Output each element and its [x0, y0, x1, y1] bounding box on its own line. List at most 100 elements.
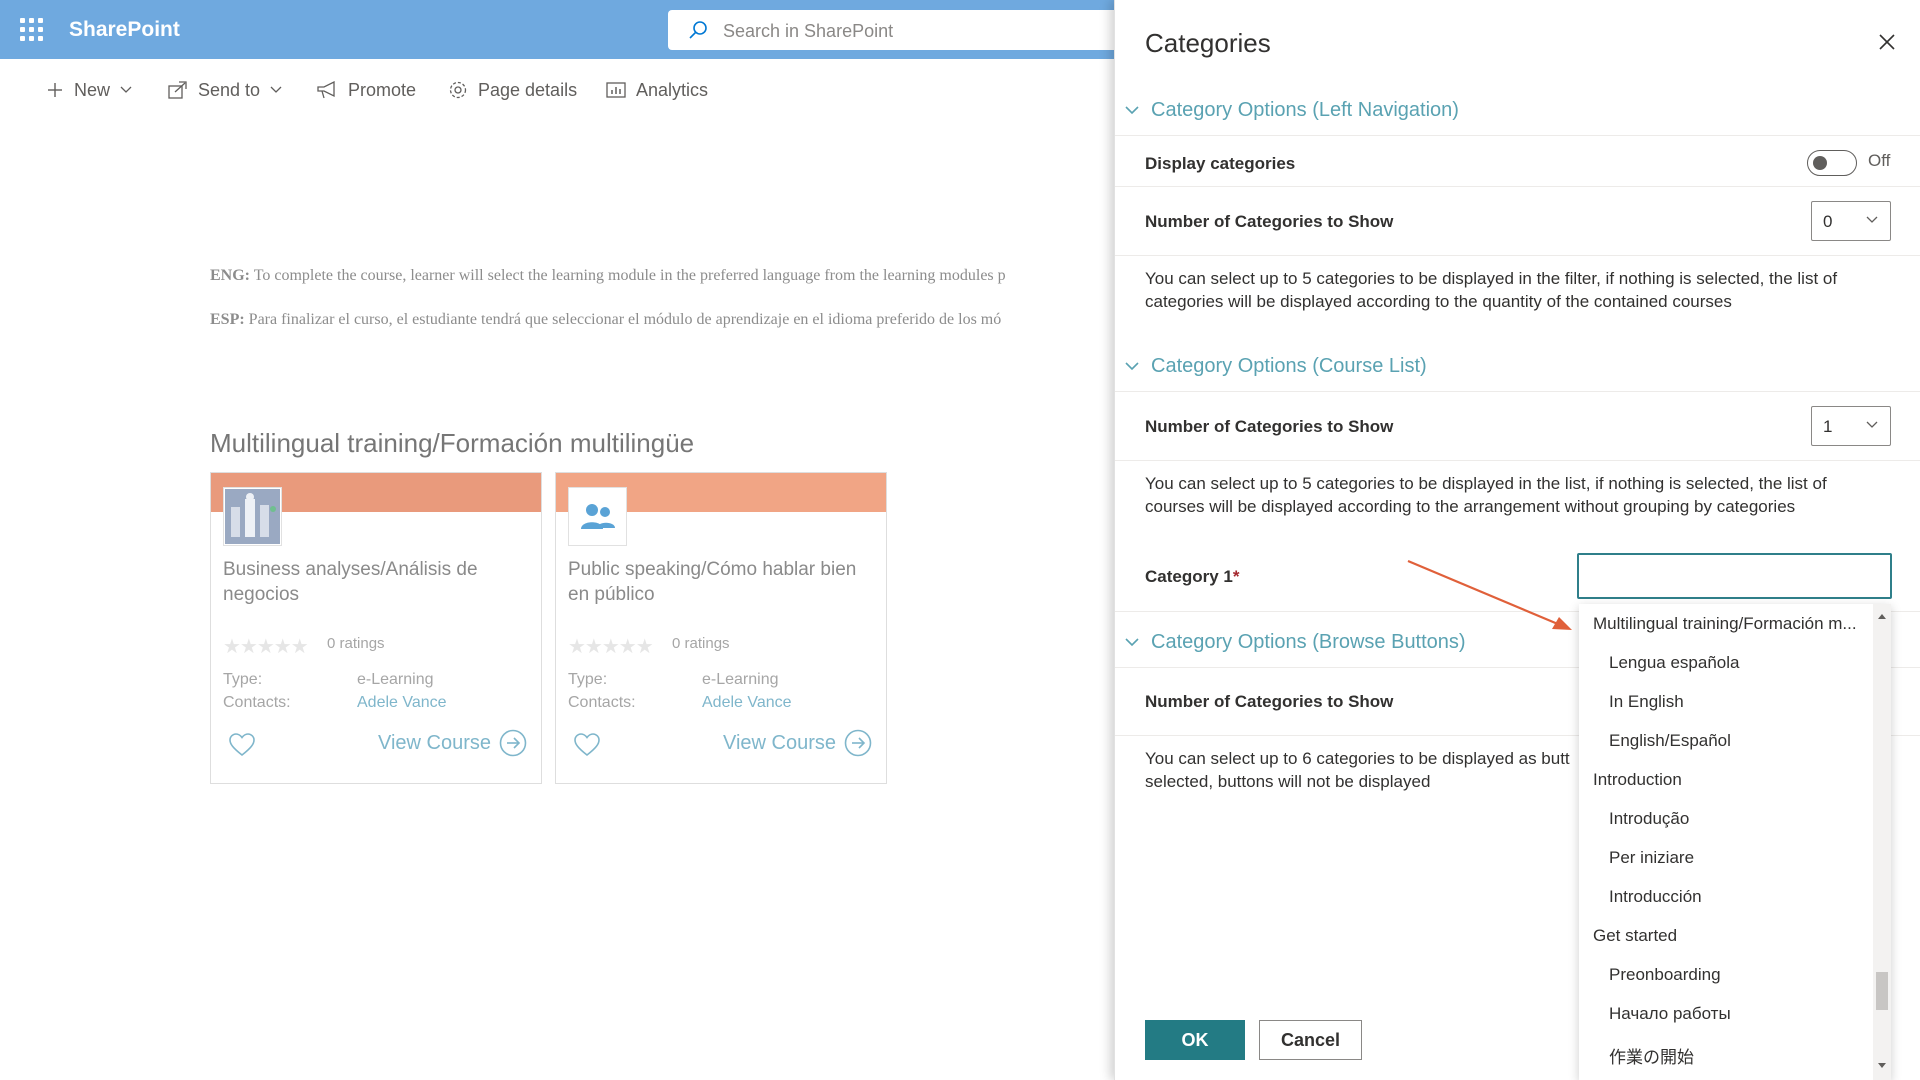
eng-label: ENG:: [210, 267, 250, 284]
esp-paragraph: ESP: Para finalizar el curso, el estudia…: [210, 311, 1001, 329]
dropdown-option[interactable]: Per iniziare: [1579, 838, 1869, 877]
scrollbar-thumb[interactable]: [1876, 972, 1888, 1010]
people-illustration-icon: [225, 489, 280, 544]
dropdown-option[interactable]: In English: [1579, 682, 1869, 721]
megaphone-icon: [317, 81, 335, 99]
number-of-categories-label: Number of Categories to Show: [1145, 212, 1394, 231]
close-icon[interactable]: [1877, 32, 1897, 52]
panel-title: Categories: [1145, 28, 1271, 58]
divider: [1115, 460, 1920, 461]
dropdown-option[interactable]: 作業の開始: [1579, 1033, 1869, 1072]
plus-icon: [48, 83, 62, 97]
new-button[interactable]: New: [46, 78, 132, 102]
rating-stars[interactable]: ★★★★★: [568, 634, 654, 659]
category-1-text: Category 1: [1145, 567, 1233, 586]
contact-link[interactable]: Adele Vance: [702, 694, 792, 712]
arrow-right-circle-icon: [844, 729, 872, 757]
dropdown-option[interactable]: Introducción: [1579, 877, 1869, 916]
dropdown-option[interactable]: Multilingual training/Formación m...: [1579, 604, 1869, 643]
category-1-combobox[interactable]: [1577, 553, 1892, 599]
view-course-label: View Course: [377, 731, 491, 754]
esp-text: Para finalizar el curso, el estudiante t…: [244, 311, 1002, 328]
toggle-state-text: Off: [1868, 151, 1891, 170]
favorite-heart-icon[interactable]: [229, 733, 255, 757]
course-card[interactable]: Public speaking/Cómo hablar bien en públ…: [555, 472, 887, 784]
required-marker: *: [1232, 567, 1240, 586]
favorite-heart-icon[interactable]: [574, 733, 600, 757]
view-course-link[interactable]: View Course: [378, 729, 527, 757]
page-details-label: Page details: [478, 79, 578, 100]
people-group-icon: [580, 503, 615, 529]
number-of-categories-dropdown[interactable]: 1: [1811, 406, 1891, 446]
type-value: e-Learning: [357, 671, 434, 688]
contacts-label: Contacts:: [568, 694, 636, 711]
page-details-button[interactable]: Page details: [448, 78, 577, 102]
chart-icon: [606, 82, 626, 98]
dropdown-option[interactable]: Preonboarding: [1579, 955, 1869, 994]
section-title: Multilingual training/Formación multilin…: [210, 428, 695, 458]
app-launcher-icon[interactable]: [18, 16, 43, 41]
chevron-down-icon: [1125, 105, 1139, 114]
group-header-label: Category Options (Course List): [1151, 354, 1427, 377]
course-title[interactable]: Public speaking/Cómo hablar bien en públ…: [568, 557, 868, 607]
ratings-count: 0 ratings: [672, 635, 730, 652]
cancel-button[interactable]: Cancel: [1259, 1020, 1362, 1060]
type-label: Type:: [568, 671, 608, 688]
group-header-course-list[interactable]: Category Options (Course List): [1125, 349, 1427, 383]
type-label: Type:: [223, 671, 263, 688]
group-header-left-navigation[interactable]: Category Options (Left Navigation): [1125, 93, 1459, 127]
scroll-up-icon[interactable]: [1878, 614, 1886, 619]
display-categories-toggle[interactable]: [1807, 150, 1857, 176]
eng-text: To complete the course, learner will sel…: [250, 267, 1006, 284]
toggle-knob: [1813, 156, 1827, 170]
divider: [1115, 186, 1920, 187]
course-title[interactable]: Business analyses/Análisis de negocios: [223, 557, 523, 607]
ok-button[interactable]: OK: [1145, 1020, 1245, 1060]
dropdown-option[interactable]: English/Español: [1579, 721, 1869, 760]
chevron-down-icon: [120, 86, 132, 93]
course-thumbnail: [223, 487, 282, 546]
send-to-button[interactable]: Send to: [168, 78, 282, 102]
send-to-label: Send to: [198, 79, 261, 100]
dropdown-value: 1: [1823, 417, 1833, 436]
categories-panel: Categories Category Options (Left Naviga…: [1114, 0, 1920, 1080]
rating-stars[interactable]: ★★★★★: [223, 634, 309, 659]
chevron-down-icon: [1125, 361, 1139, 370]
analytics-button[interactable]: Analytics: [606, 78, 708, 102]
listbox-scrollbar[interactable]: [1873, 604, 1891, 1080]
divider: [1115, 135, 1920, 136]
eng-paragraph: ENG: To complete the course, learner wil…: [210, 267, 1006, 285]
promote-button[interactable]: Promote: [316, 78, 416, 102]
number-of-categories-label: Number of Categories to Show: [1145, 692, 1394, 711]
chevron-down-icon: [1866, 421, 1878, 428]
dropdown-option[interactable]: Introduction: [1579, 760, 1869, 799]
dropdown-value: 0: [1823, 212, 1833, 231]
chevron-down-icon: [1866, 216, 1878, 223]
promote-label: Promote: [348, 79, 417, 100]
dropdown-option[interactable]: Lengua española: [1579, 643, 1869, 682]
number-of-categories-dropdown[interactable]: 0: [1811, 201, 1891, 241]
category-1-label: Category 1*: [1145, 567, 1240, 587]
dropdown-option[interactable]: Introdução: [1579, 799, 1869, 838]
view-course-link[interactable]: View Course: [723, 729, 872, 757]
sharepoint-page: SharePoint Search in SharePoint New Send…: [0, 0, 1920, 1080]
dropdown-option[interactable]: Get started: [1579, 916, 1869, 955]
new-label: New: [74, 79, 111, 100]
dropdown-option[interactable]: Начало работы: [1579, 994, 1869, 1033]
esp-label: ESP:: [210, 311, 245, 328]
number-of-categories-label: Number of Categories to Show: [1145, 417, 1394, 436]
category-options-listbox[interactable]: Multilingual training/Formación m... Len…: [1579, 604, 1891, 1080]
display-categories-label: Display categories: [1145, 154, 1296, 173]
share-icon: [168, 81, 187, 99]
gear-icon: [449, 81, 467, 99]
course-card[interactable]: Business analyses/Análisis de negocios ★…: [210, 472, 542, 784]
divider: [1115, 255, 1920, 256]
chevron-down-icon: [1125, 637, 1139, 646]
app-name[interactable]: SharePoint: [69, 18, 180, 42]
scroll-down-icon[interactable]: [1878, 1063, 1886, 1068]
analytics-label: Analytics: [636, 79, 709, 100]
type-value: e-Learning: [702, 671, 779, 688]
chevron-down-icon: [270, 86, 282, 93]
contacts-label: Contacts:: [223, 694, 291, 711]
contact-link[interactable]: Adele Vance: [357, 694, 447, 712]
